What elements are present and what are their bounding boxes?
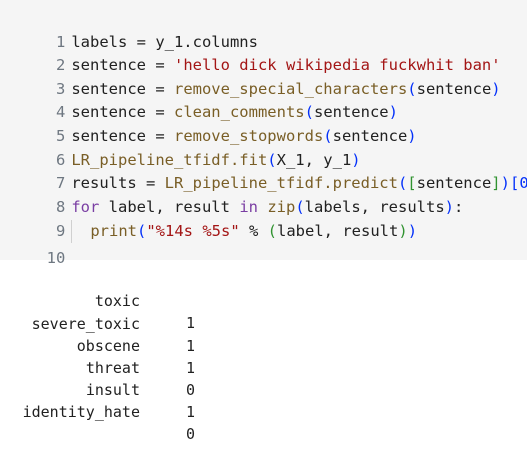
output-value: 0	[186, 425, 196, 443]
code-line-2[interactable]: 2 sentence = 'hello dick wikipedia fuckwh…	[0, 31, 527, 74]
output-row: obscene 1	[0, 313, 527, 377]
code-line-3[interactable]: 3 sentence = remove_special_characters(se…	[0, 55, 527, 98]
code-line-10[interactable]: 10	[0, 224, 527, 267]
output-row: toxic 1	[0, 268, 527, 332]
code-line-7[interactable]: 7 results = LR_pipeline_tfidf.predict([se…	[0, 149, 527, 192]
output-row: identity_hate 0	[0, 379, 527, 443]
output-row: insult 1	[0, 357, 527, 421]
code-line-5[interactable]: 5 sentence = remove_stopwords(sentence)	[0, 102, 527, 145]
output-row: severe_toxic 1	[0, 291, 527, 355]
code-cell-input[interactable]: 1 labels = y_1.columns 2 sentence = 'hello…	[0, 0, 527, 267]
output-row: threat 0	[0, 335, 527, 399]
code-line-8[interactable]: 8 for label, result in zip(labels, result…	[0, 173, 527, 216]
code-line-4[interactable]: 4 sentence = clean_comments(sentence)	[0, 78, 527, 121]
code-cell-output: toxic 1 severe_toxic 1 obscene 1 threat …	[0, 262, 527, 443]
code-line-6[interactable]: 6 LR_pipeline_tfidf.fit(X_1, y_1)	[0, 126, 527, 169]
output-label: identity_hate	[22, 403, 140, 421]
output-value: 1	[186, 403, 196, 421]
code-line-9[interactable]: 9 print("%14s %5s" % (label, result))	[0, 197, 527, 243]
code-line-1[interactable]: 1 labels = y_1.columns	[0, 8, 527, 51]
